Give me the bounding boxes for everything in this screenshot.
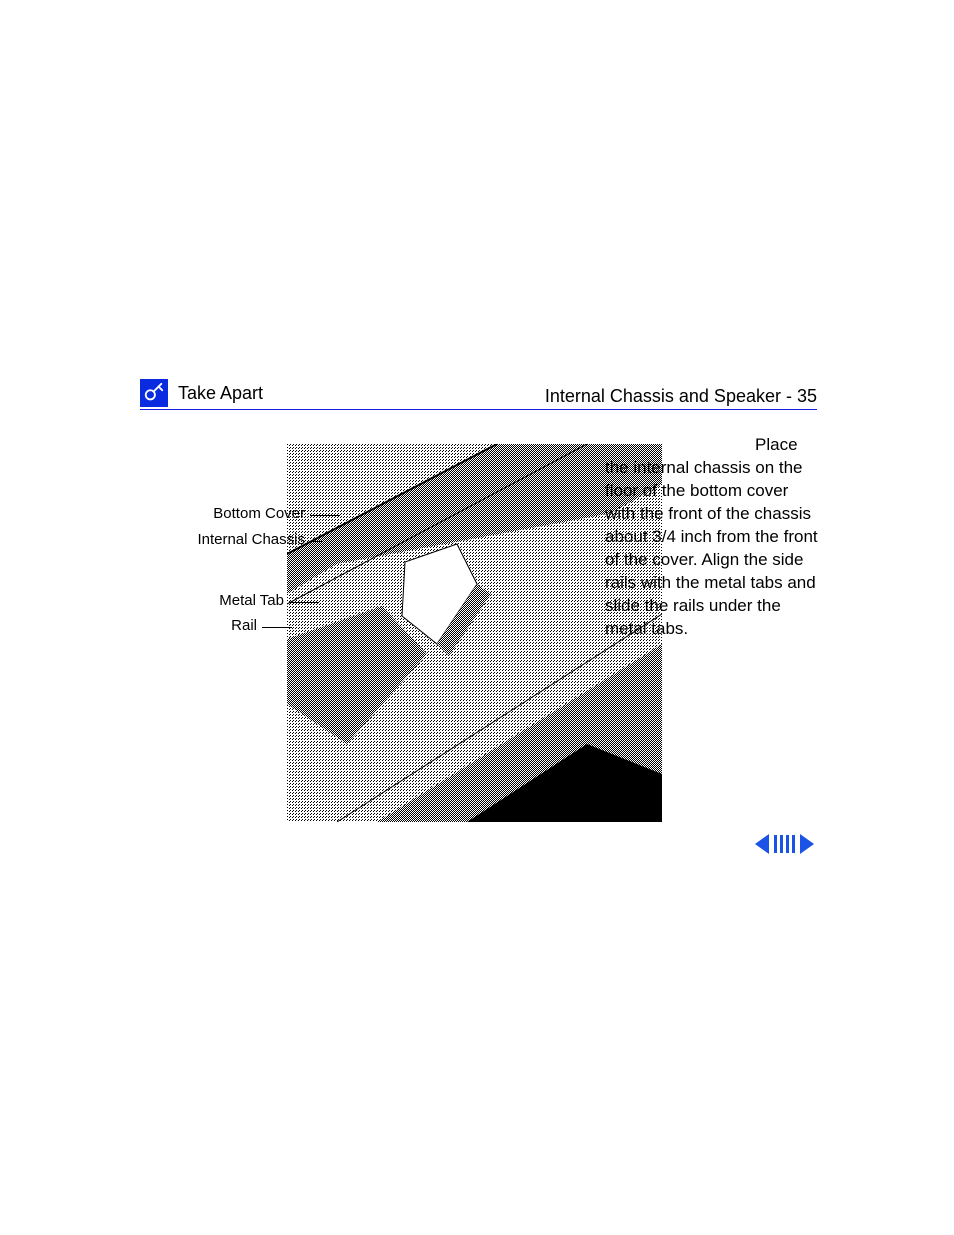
- page-navigation: [754, 834, 814, 854]
- callout-bottom-cover: Bottom Cover: [155, 505, 305, 522]
- callout-label: Internal Chassis: [197, 531, 305, 548]
- document-page: Take Apart Internal Chassis and Speaker …: [0, 0, 954, 1235]
- section-title-text: Take Apart: [178, 383, 263, 404]
- paragraph-text: the internal chassis on the floor of the…: [605, 458, 818, 638]
- callout-metal-tab: Metal Tab: [174, 592, 284, 609]
- page-header: Take Apart Internal Chassis and Speaker …: [140, 379, 817, 410]
- callout-label: Metal Tab: [219, 592, 284, 609]
- callout-label: Bottom Cover: [213, 505, 305, 522]
- nav-index-icon[interactable]: [771, 835, 798, 853]
- lead-word: Place: [755, 434, 798, 457]
- callout-label: Rail: [231, 617, 257, 634]
- instruction-text: Place the internal chassis on the floor …: [605, 434, 820, 640]
- page-breadcrumb: Internal Chassis and Speaker - 35: [545, 386, 817, 407]
- section-icon: [140, 379, 168, 407]
- callout-internal-chassis: Internal Chassis: [155, 531, 305, 548]
- figure: Bottom Cover Internal Chassis Metal Tab …: [200, 437, 662, 837]
- nav-next-icon[interactable]: [800, 834, 814, 854]
- callout-rail: Rail: [212, 617, 257, 634]
- nav-prev-icon[interactable]: [755, 834, 769, 854]
